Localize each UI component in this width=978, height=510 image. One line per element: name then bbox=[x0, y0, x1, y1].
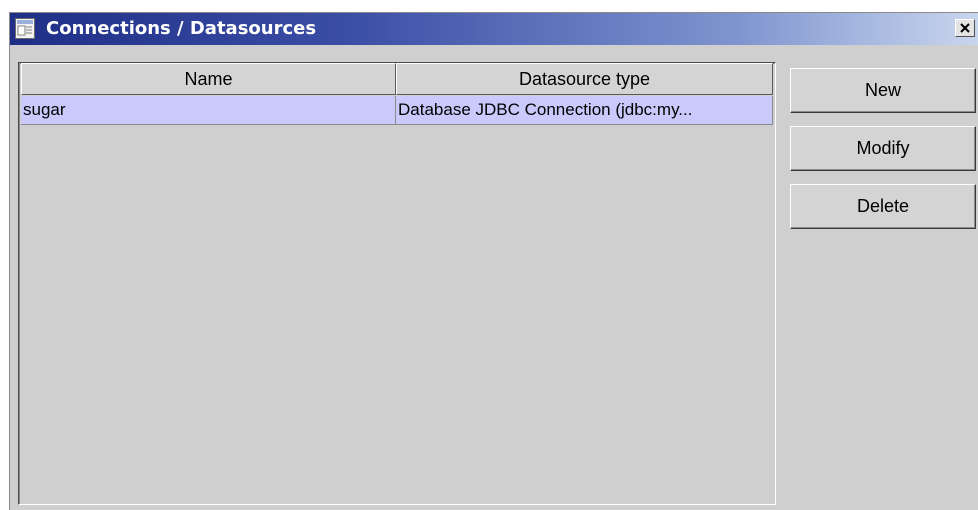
cell-name[interactable]: sugar bbox=[21, 96, 396, 125]
table-row[interactable]: sugar Database JDBC Connection (jdbc:my.… bbox=[21, 96, 773, 125]
modify-button[interactable]: Modify bbox=[790, 126, 976, 171]
title-bar[interactable]: Connections / Datasources bbox=[10, 13, 978, 45]
column-header-name[interactable]: Name bbox=[21, 63, 396, 95]
datasource-table[interactable]: Name Datasource type sugar Database JDBC… bbox=[18, 62, 776, 505]
column-header-datasource-type[interactable]: Datasource type bbox=[396, 63, 773, 95]
cell-datasource-type[interactable]: Database JDBC Connection (jdbc:my... bbox=[396, 96, 773, 125]
connections-dialog: Connections / Datasources Name Datasourc… bbox=[9, 12, 978, 510]
window-title: Connections / Datasources bbox=[46, 18, 317, 39]
delete-button[interactable]: Delete bbox=[790, 184, 976, 229]
close-button[interactable] bbox=[955, 19, 975, 37]
table-header: Name Datasource type bbox=[21, 63, 773, 95]
document-window-icon bbox=[15, 18, 35, 39]
new-button[interactable]: New bbox=[790, 68, 976, 113]
